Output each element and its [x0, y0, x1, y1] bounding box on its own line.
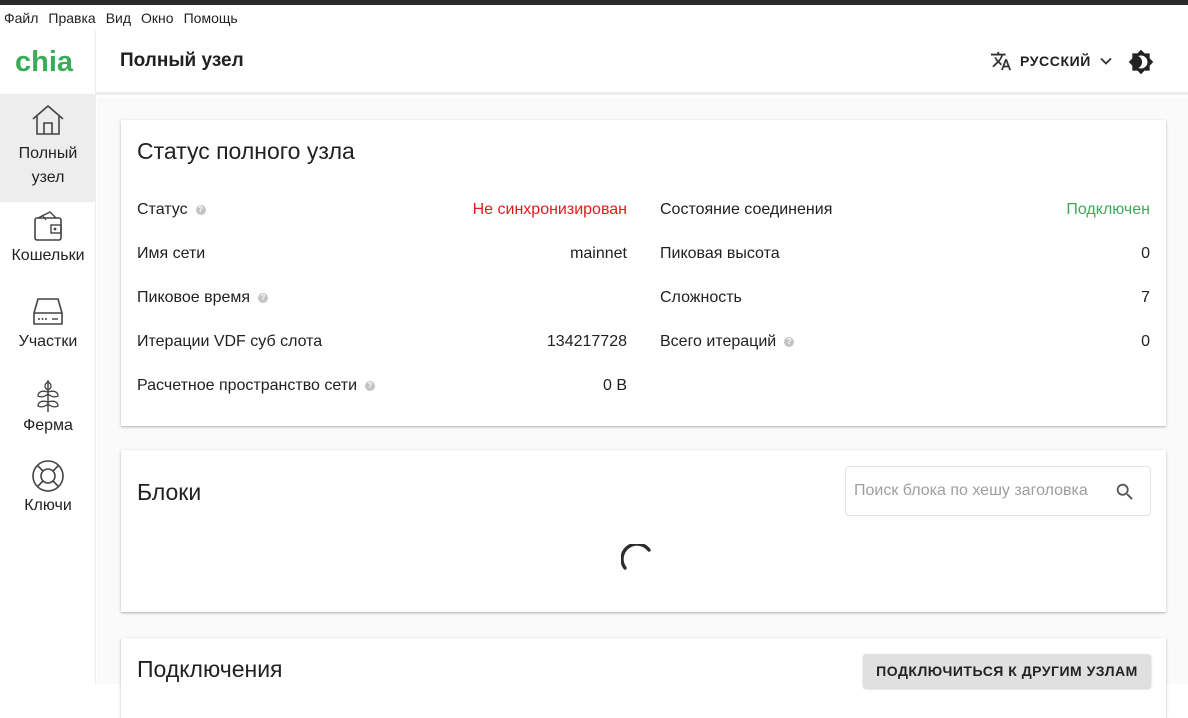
- total-iterations-value: 0: [1141, 333, 1150, 350]
- hard-drive-icon: [33, 298, 63, 325]
- help-icon[interactable]: ?: [195, 205, 206, 215]
- sidebar-item-label: Участки: [18, 333, 78, 350]
- full-node-status-card: Статус полного узла Статус? Не синхрониз…: [121, 120, 1166, 426]
- language-selector[interactable]: РУССКИЙ: [990, 50, 1113, 72]
- wallet-icon: [34, 211, 62, 241]
- status-label: Статус: [137, 201, 188, 218]
- connection-status-value: Подключен: [1066, 201, 1150, 218]
- brightness-icon: [1128, 49, 1154, 75]
- network-name-label: Имя сети: [137, 245, 206, 262]
- total-iterations-label: Всего итераций: [660, 333, 777, 350]
- peak-height-value: 0: [1141, 245, 1150, 262]
- difficulty-label: Сложность: [660, 289, 742, 306]
- card-title: Подключения: [137, 656, 283, 682]
- lifebuoy-icon: [32, 460, 64, 492]
- vdf-iterations-value: 134217728: [546, 333, 627, 350]
- sidebar-item-label: Ферма: [23, 417, 73, 434]
- peak-time-row: Пиковое время?: [137, 289, 627, 307]
- help-icon[interactable]: ?: [258, 293, 269, 303]
- vdf-iterations-label: Итерации VDF суб слота: [137, 333, 323, 350]
- connection-status-label: Состояние соединения: [660, 201, 833, 218]
- help-icon[interactable]: ?: [784, 337, 795, 347]
- chevron-down-icon: [1100, 57, 1112, 65]
- sidebar-item-farm[interactable]: Ферма: [0, 374, 96, 446]
- language-label: РУССКИЙ: [1020, 53, 1091, 69]
- netspace-row: Расчетное пространство сети? 0 B: [137, 377, 627, 395]
- sidebar-item-keys[interactable]: Ключи: [0, 456, 96, 528]
- menu-edit[interactable]: Правка: [48, 10, 95, 26]
- netspace-label: Расчетное пространство сети: [137, 377, 358, 394]
- sidebar-item-wallets[interactable]: Кошельки: [0, 206, 96, 276]
- block-search-field[interactable]: [845, 466, 1151, 516]
- card-title: Статус полного узла: [137, 138, 355, 164]
- page-title: Полный узел: [120, 50, 244, 71]
- connection-status-row: Состояние соединения Подключен: [660, 201, 1150, 219]
- menu-view[interactable]: Вид: [106, 10, 131, 26]
- home-icon: [32, 105, 64, 135]
- loading-spinner: [621, 544, 651, 570]
- help-icon[interactable]: ?: [365, 381, 376, 391]
- theme-toggle-button[interactable]: [1128, 49, 1154, 80]
- peak-height-row: Пиковая высота 0: [660, 245, 1150, 263]
- app-header: Полный узел РУССКИЙ: [96, 30, 1188, 95]
- translate-icon: [990, 51, 1012, 71]
- sidebar-item-full-node[interactable]: Полный узел: [0, 94, 96, 202]
- blocks-card: Блоки: [121, 450, 1166, 612]
- search-icon[interactable]: [1114, 481, 1136, 503]
- menu-file[interactable]: Файл: [4, 10, 38, 26]
- card-title: Блоки: [137, 479, 202, 505]
- netspace-value: 0 B: [602, 377, 627, 394]
- logo-text: chia: [15, 46, 74, 78]
- network-name-value: mainnet: [570, 245, 627, 262]
- main-content: Статус полного узла Статус? Не синхрониз…: [97, 98, 1188, 718]
- difficulty-value: 7: [1141, 289, 1150, 306]
- peak-height-label: Пиковая высота: [660, 245, 780, 262]
- status-row: Статус? Не синхронизирован: [137, 201, 627, 219]
- block-search-input[interactable]: [854, 482, 1102, 500]
- network-name-row: Имя сети mainnet: [137, 245, 627, 263]
- connect-to-other-peers-button[interactable]: ПОДКЛЮЧИТЬСЯ К ДРУГИМ УЗЛАМ: [863, 654, 1151, 688]
- total-iterations-row: Всего итераций? 0: [660, 333, 1150, 351]
- sidebar-item-label: Кошельки: [11, 247, 85, 264]
- status-value: Не синхронизирован: [472, 201, 627, 218]
- sidebar-item-label: Ключи: [24, 497, 72, 514]
- connections-card: Подключения ПОДКЛЮЧИТЬСЯ К ДРУГИМ УЗЛАМ: [121, 638, 1166, 718]
- vdf-iterations-row: Итерации VDF суб слота 134217728: [137, 333, 627, 351]
- sidebar-item-plots[interactable]: Участки: [0, 292, 96, 362]
- sidebar-item-label: Полный узел: [18, 145, 78, 186]
- menu-help[interactable]: Помощь: [184, 10, 238, 26]
- menu-window[interactable]: Окно: [141, 10, 174, 26]
- peak-time-label: Пиковое время: [137, 289, 251, 306]
- chia-logo[interactable]: chia: [14, 44, 80, 78]
- menu-bar: Файл Правка Вид Окно Помощь: [0, 5, 1188, 30]
- difficulty-row: Сложность 7: [660, 289, 1150, 307]
- sidebar: chia Полный узел Кошельки Участки Ферма …: [0, 30, 96, 684]
- sprout-icon: [37, 380, 59, 412]
